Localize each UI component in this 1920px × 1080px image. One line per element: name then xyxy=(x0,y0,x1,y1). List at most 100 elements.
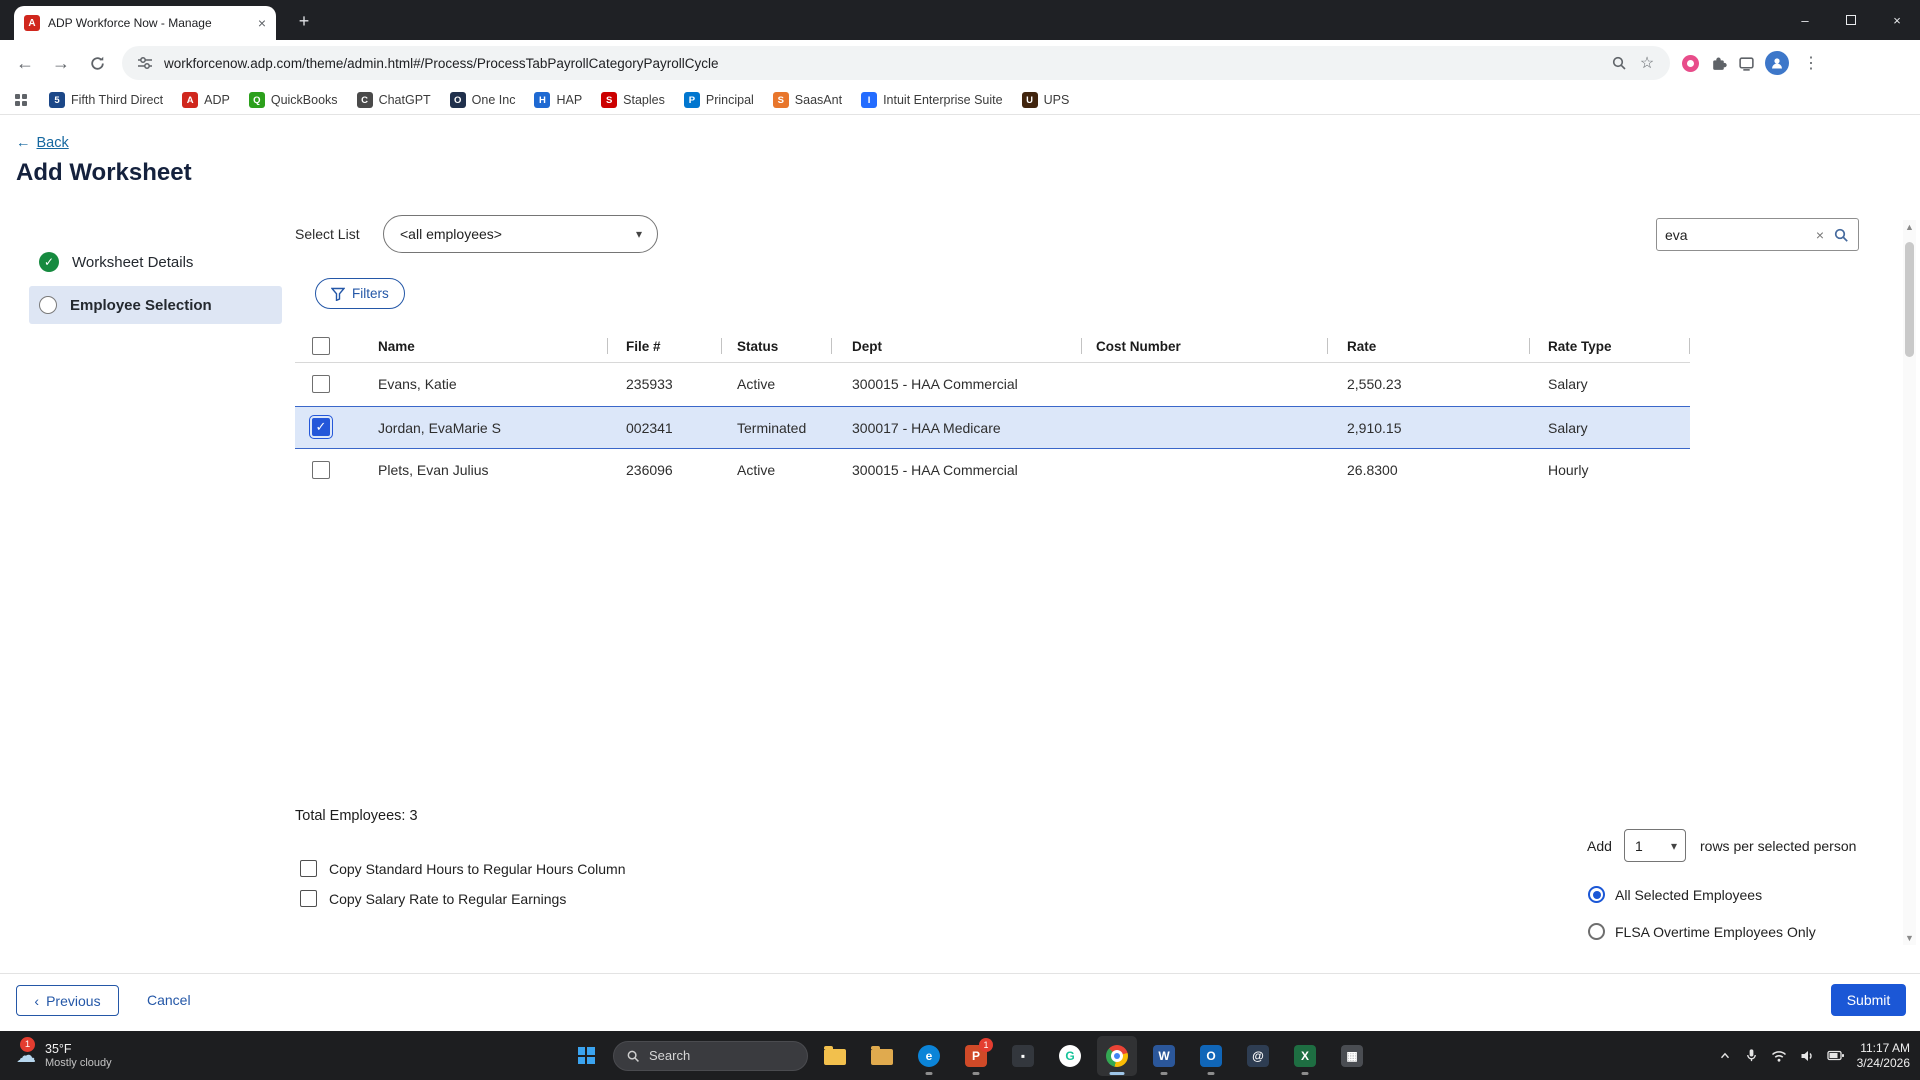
column-separator xyxy=(1529,338,1530,354)
url-bar[interactable]: workforcenow.adp.com/theme/admin.html#/P… xyxy=(122,46,1670,80)
select-all-checkbox[interactable] xyxy=(312,337,330,355)
chevron-left-icon: ‹ xyxy=(34,993,39,1009)
bookmark-favicon: U xyxy=(1022,92,1038,108)
cell-dept: 300015 - HAA Commercial xyxy=(852,363,1082,406)
taskbar-search[interactable]: Search xyxy=(613,1041,808,1071)
minimize-button[interactable]: – xyxy=(1782,0,1828,40)
cancel-link[interactable]: Cancel xyxy=(147,992,191,1008)
clear-search-icon[interactable]: × xyxy=(1816,227,1824,243)
taskbar-app-mail[interactable]: @ xyxy=(1238,1036,1278,1076)
table-row-selected[interactable]: ✓ Jordan, EvaMarie S 002341 Terminated 3… xyxy=(295,406,1690,449)
taskbar-weather-widget[interactable]: ☁ 1 35°F Mostly cloudy xyxy=(6,1031,122,1080)
browser-menu-icon[interactable]: ⋮ xyxy=(1799,53,1823,73)
url-text[interactable]: workforcenow.adp.com/theme/admin.html#/P… xyxy=(164,56,1600,71)
row-checkbox-checked[interactable]: ✓ xyxy=(312,418,330,436)
bookmark-quickbooks[interactable]: QQuickBooks xyxy=(249,92,338,108)
cell-file: 235933 xyxy=(626,363,721,406)
scroll-down-arrow[interactable]: ▼ xyxy=(1903,931,1916,945)
rows-per-person-dropdown[interactable]: 1 ▾ xyxy=(1624,829,1686,862)
forward-nav-button[interactable]: → xyxy=(44,46,78,80)
submit-button[interactable]: Submit xyxy=(1831,984,1906,1016)
taskbar-app-grammarly[interactable]: G xyxy=(1050,1036,1090,1076)
grammarly-icon: G xyxy=(1059,1045,1081,1067)
employee-search[interactable]: × xyxy=(1656,218,1859,251)
employee-table: Name File # Status Dept Cost Number Rate… xyxy=(295,330,1690,492)
bookmark-ups[interactable]: UUPS xyxy=(1022,92,1070,108)
taskbar-app-calculator[interactable]: ▦ xyxy=(1332,1036,1372,1076)
option-checkbox[interactable] xyxy=(300,890,317,907)
folder-icon xyxy=(871,1049,893,1065)
reload-button[interactable] xyxy=(80,46,114,80)
bookmark-favicon: I xyxy=(861,92,877,108)
radio-flsa-overtime-only[interactable]: FLSA Overtime Employees Only xyxy=(1588,923,1816,940)
bookmark-saasant[interactable]: SSaasAnt xyxy=(773,92,842,108)
select-list-dropdown[interactable]: <all employees> ▾ xyxy=(383,215,658,253)
radio-selected-icon[interactable] xyxy=(1588,886,1605,903)
scrollbar-thumb[interactable] xyxy=(1905,242,1914,357)
bookmark-one-inc[interactable]: OOne Inc xyxy=(450,92,516,108)
taskbar-app-word[interactable]: W xyxy=(1144,1036,1184,1076)
wifi-icon[interactable] xyxy=(1771,1048,1787,1064)
copy-standard-hours-option[interactable]: Copy Standard Hours to Regular Hours Col… xyxy=(300,860,625,877)
taskbar-clock[interactable]: 11:17 AM 3/24/2026 xyxy=(1857,1041,1910,1070)
browser-tab[interactable]: A ADP Workforce Now - Manage × xyxy=(14,6,276,40)
filters-button[interactable]: Filters xyxy=(315,278,405,309)
taskbar-app-powerpoint[interactable]: P1 xyxy=(956,1036,996,1076)
browser-windows-icon[interactable] xyxy=(1737,54,1755,72)
bookmarks-apps-icon[interactable] xyxy=(12,91,30,109)
profile-avatar[interactable] xyxy=(1765,51,1789,75)
step-employee-selection[interactable]: Employee Selection xyxy=(29,286,282,324)
cell-dept: 300015 - HAA Commercial xyxy=(852,449,1082,492)
taskbar: ☁ 1 35°F Mostly cloudy Search e P1 ▪ G W xyxy=(0,1031,1920,1080)
hidden-icons-chevron[interactable] xyxy=(1718,1049,1732,1063)
bookmark-fifth-third-direct[interactable]: 5Fifth Third Direct xyxy=(49,92,163,108)
extensions-puzzle-icon[interactable] xyxy=(1709,54,1727,72)
site-settings-icon[interactable] xyxy=(136,54,154,72)
back-link[interactable]: ← Back xyxy=(16,135,69,151)
bookmark-chatgpt[interactable]: CChatGPT xyxy=(357,92,431,108)
notification-badge: 1 xyxy=(20,1037,35,1052)
previous-button[interactable]: ‹ Previous xyxy=(16,985,119,1016)
bookmark-adp[interactable]: AADP xyxy=(182,92,230,108)
bookmark-staples[interactable]: SStaples xyxy=(601,92,665,108)
search-input[interactable] xyxy=(1665,227,1808,243)
row-checkbox[interactable] xyxy=(312,375,330,393)
table-header: Name File # Status Dept Cost Number Rate… xyxy=(295,330,1690,363)
zoom-icon[interactable] xyxy=(1610,54,1628,72)
start-button[interactable] xyxy=(566,1036,606,1076)
bookmark-principal[interactable]: PPrincipal xyxy=(684,92,754,108)
battery-icon[interactable] xyxy=(1827,1048,1845,1063)
new-tab-button[interactable]: + xyxy=(292,9,316,33)
taskbar-app-edge[interactable]: e xyxy=(909,1036,949,1076)
bookmark-star-icon[interactable]: ☆ xyxy=(1638,54,1656,72)
scroll-up-arrow[interactable]: ▲ xyxy=(1903,220,1916,234)
step-worksheet-details[interactable]: ✓ Worksheet Details xyxy=(29,242,282,282)
volume-icon[interactable] xyxy=(1799,1048,1815,1064)
taskbar-app-folder[interactable] xyxy=(862,1036,902,1076)
table-row[interactable]: Evans, Katie 235933 Active 300015 - HAA … xyxy=(295,363,1690,406)
taskbar-app-file-explorer[interactable] xyxy=(815,1036,855,1076)
maximize-button[interactable] xyxy=(1828,0,1874,40)
taskbar-app-outlook[interactable]: O xyxy=(1191,1036,1231,1076)
content-scrollbar[interactable]: ▲ ▼ xyxy=(1903,220,1916,945)
pinned-extension-icon[interactable] xyxy=(1682,55,1699,72)
close-window-button[interactable]: × xyxy=(1874,0,1920,40)
microphone-icon[interactable] xyxy=(1744,1048,1759,1063)
copy-salary-rate-option[interactable]: Copy Salary Rate to Regular Earnings xyxy=(300,890,566,907)
taskbar-app-chrome[interactable] xyxy=(1097,1036,1137,1076)
taskbar-app-excel[interactable]: X xyxy=(1285,1036,1325,1076)
table-row[interactable]: Plets, Evan Julius 236096 Active 300015 … xyxy=(295,449,1690,492)
radio-unselected-icon[interactable] xyxy=(1588,923,1605,940)
radio-all-selected-employees[interactable]: All Selected Employees xyxy=(1588,886,1762,903)
back-nav-button[interactable]: ← xyxy=(8,46,42,80)
option-checkbox[interactable] xyxy=(300,860,317,877)
cell-status: Active xyxy=(737,449,837,492)
file-explorer-icon xyxy=(824,1049,846,1065)
row-checkbox[interactable] xyxy=(312,461,330,479)
tab-close-icon[interactable]: × xyxy=(258,16,266,30)
search-icon[interactable] xyxy=(1832,226,1850,244)
step-complete-icon: ✓ xyxy=(39,252,59,272)
taskbar-app-dark[interactable]: ▪ xyxy=(1003,1036,1043,1076)
bookmark-hap[interactable]: HHAP xyxy=(534,92,582,108)
bookmark-intuit-enterprise-suite[interactable]: IIntuit Enterprise Suite xyxy=(861,92,1003,108)
